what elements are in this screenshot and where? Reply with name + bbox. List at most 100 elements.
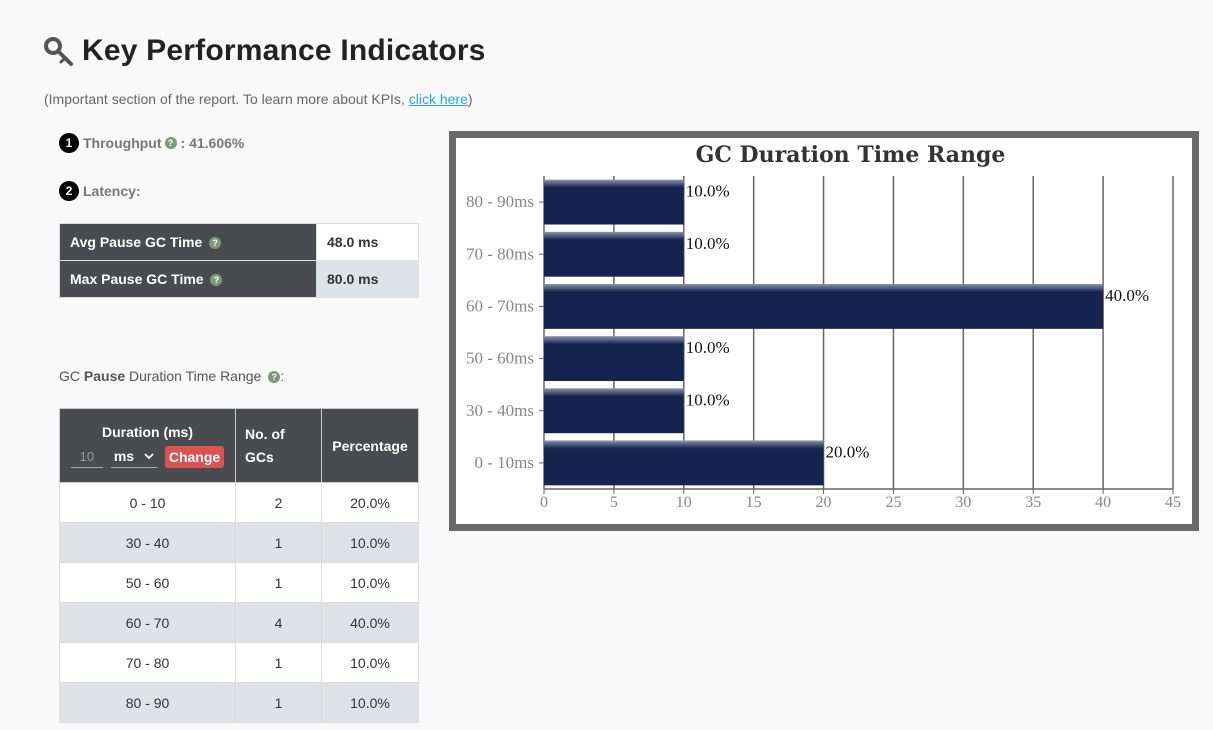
- y-tick-label: 50 - 60ms: [466, 349, 534, 368]
- key-icon: [44, 37, 73, 66]
- x-tick-label: 0: [540, 494, 548, 511]
- bar-0: [544, 179, 684, 225]
- kpi-help-link[interactable]: click here: [409, 91, 468, 107]
- row-pct: 10.0%: [321, 522, 419, 563]
- duration-step-input[interactable]: [70, 445, 103, 468]
- y-tick-label: 70 - 80ms: [466, 244, 534, 263]
- row-pct: 40.0%: [321, 602, 419, 643]
- avg-pause-label: Avg Pause GC Time: [70, 234, 203, 250]
- unit-select-value: ms: [113, 448, 135, 464]
- row-count: 1: [235, 682, 322, 723]
- row-range: 0 - 10: [59, 482, 236, 523]
- row-count: 4: [235, 602, 322, 643]
- x-tick-label: 5: [610, 494, 618, 511]
- title-row: Key Performance Indicators: [44, 34, 486, 68]
- duration-header-label: Duration (ms): [102, 423, 193, 440]
- throughput-label: Throughput: [83, 135, 162, 151]
- table-row: 80 - 90 1 10.0%: [59, 682, 419, 723]
- row-count: 1: [235, 562, 322, 603]
- row-pct: 10.0%: [321, 562, 419, 603]
- bar-value-label: 10.0%: [686, 234, 730, 253]
- duration-table-header: Duration (ms) ms Change No. of GCs Perce…: [59, 408, 419, 483]
- gc-count-header-line1: No. of: [245, 425, 285, 442]
- y-tick-label: 80 - 90ms: [466, 192, 534, 211]
- bar-5: [544, 440, 824, 486]
- change-button[interactable]: Change: [164, 445, 225, 468]
- range-suffix: Duration Time Range: [125, 368, 262, 384]
- bar-value-label: 40.0%: [1105, 286, 1149, 305]
- avg-pause-value: 48.0 ms: [316, 223, 419, 261]
- subtitle-text: (Important section of the report. To lea…: [44, 91, 409, 107]
- y-tick-label: 60 - 70ms: [466, 296, 534, 315]
- max-pause-value: 80.0 ms: [316, 260, 419, 298]
- bar-2: [544, 283, 1104, 329]
- page-subtitle: (Important section of the report. To lea…: [44, 91, 473, 107]
- latency-row-max: Max Pause GC Time ? 80.0 ms: [59, 260, 419, 298]
- x-tick-label: 20: [816, 494, 832, 511]
- gc-count-header-line2: GCs: [245, 448, 274, 465]
- bar-value-label: 10.0%: [686, 338, 730, 357]
- row-range: 30 - 40: [59, 522, 236, 563]
- bar-3: [544, 336, 684, 382]
- percentage-header: Percentage: [321, 408, 419, 483]
- range-tail: :: [280, 368, 285, 384]
- max-pause-label: Max Pause GC Time: [70, 271, 204, 287]
- table-row: 30 - 40 1 10.0%: [59, 522, 419, 563]
- latency-row-avg: Avg Pause GC Time ? 48.0 ms: [59, 223, 419, 261]
- x-tick-label: 15: [746, 494, 762, 511]
- throughput-line: 1 Throughput ? : 41.606%: [59, 133, 244, 153]
- y-tick-label: 0 - 10ms: [475, 453, 535, 472]
- row-range: 80 - 90: [59, 682, 236, 723]
- row-count: 2: [235, 482, 322, 523]
- chart-title: GC Duration Time Range: [696, 142, 1006, 168]
- duration-header: Duration (ms) ms Change: [59, 408, 236, 483]
- avg-pause-label-cell: Avg Pause GC Time ?: [59, 223, 317, 261]
- table-row: 60 - 70 4 40.0%: [59, 602, 419, 643]
- row-range: 50 - 60: [59, 562, 236, 603]
- latency-table: Avg Pause GC Time ? 48.0 ms Max Pause GC…: [59, 223, 419, 298]
- kpi-page: Key Performance Indicators (Important se…: [0, 0, 1213, 730]
- table-row: 50 - 60 1 10.0%: [59, 562, 419, 603]
- x-tick-label: 35: [1025, 494, 1041, 511]
- row-pct: 10.0%: [321, 682, 419, 723]
- bar-value-label: 20.0%: [826, 442, 870, 461]
- duration-controls: ms Change: [61, 445, 234, 468]
- chart-panel: GC Duration Time Range 0 5 10 15 20 25 30 35 40 45…: [456, 138, 1192, 524]
- x-tick-label: 30: [955, 494, 971, 511]
- subtitle-suffix: ): [467, 91, 473, 107]
- latency-number-badge: 2: [59, 181, 79, 201]
- x-tick-label: 40: [1095, 494, 1111, 511]
- range-help-icon[interactable]: ?: [268, 371, 281, 384]
- range-prefix: GC: [59, 368, 84, 384]
- y-tick-label: 30 - 40ms: [466, 401, 534, 420]
- row-range: 60 - 70: [59, 602, 236, 643]
- bar-value-label: 10.0%: [686, 182, 730, 201]
- chart-frame: GC Duration Time Range 0 5 10 15 20 25 30 35 40 45…: [449, 131, 1199, 531]
- bar-1: [544, 231, 684, 277]
- avg-pause-help-icon[interactable]: ?: [209, 237, 222, 250]
- bar-value-label: 10.0%: [686, 390, 730, 409]
- x-tick-label: 10: [676, 494, 692, 511]
- row-count: 1: [235, 642, 322, 683]
- latency-line: 2 Latency:: [59, 181, 141, 201]
- bar-4: [544, 388, 684, 434]
- table-row: 0 - 10 2 20.0%: [59, 482, 419, 523]
- row-pct: 20.0%: [321, 482, 419, 523]
- pause-range-heading: GC Pause Duration Time Range ?:: [59, 368, 284, 384]
- gc-duration-chart: GC Duration Time Range 0 5 10 15 20 25 30 35 40 45…: [466, 142, 1181, 511]
- duration-table: Duration (ms) ms Change No. of GCs Perce…: [59, 408, 419, 723]
- gc-count-header: No. of GCs: [235, 408, 322, 483]
- throughput-number-badge: 1: [59, 133, 79, 153]
- throughput-help-icon[interactable]: ?: [164, 137, 177, 149]
- latency-label: Latency:: [83, 183, 141, 199]
- max-pause-help-icon[interactable]: ?: [210, 274, 223, 287]
- x-tick-label: 25: [885, 494, 901, 511]
- unit-select[interactable]: ms: [110, 446, 157, 468]
- row-count: 1: [235, 522, 322, 563]
- page-title: Key Performance Indicators: [82, 34, 486, 67]
- row-range: 70 - 80: [59, 642, 236, 683]
- max-pause-label-cell: Max Pause GC Time ?: [59, 260, 317, 298]
- throughput-value: : 41.606%: [180, 135, 245, 151]
- chevron-down-icon: [144, 453, 154, 460]
- range-bold: Pause: [83, 368, 126, 384]
